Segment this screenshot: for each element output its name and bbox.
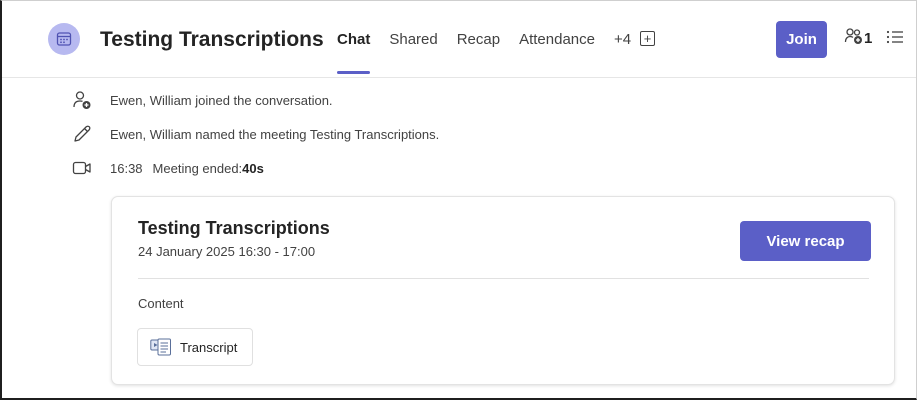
tab-recap[interactable]: Recap xyxy=(457,31,500,48)
video-camera-icon xyxy=(68,158,96,178)
transcript-file-icon xyxy=(150,338,172,356)
tab-attendance[interactable]: Attendance xyxy=(519,31,595,48)
view-recap-button[interactable]: View recap xyxy=(740,221,871,261)
participant-count: 1 xyxy=(864,29,873,47)
calendar-icon xyxy=(48,23,80,55)
tab-chat[interactable]: Chat xyxy=(337,31,371,74)
tab-shared[interactable]: Shared xyxy=(389,31,437,48)
meeting-datetime: 24 January 2025 16:30 - 17:00 xyxy=(138,244,316,259)
activity-text: Ewen, William named the meeting Testing … xyxy=(110,126,440,142)
tab-bar: Chat Shared Recap Attendance +4 + xyxy=(337,31,656,74)
meeting-recap-card: Testing Transcriptions 24 January 2025 1… xyxy=(111,196,895,385)
activity-text: Ewen, William joined the conversation. xyxy=(110,92,333,108)
activity-text: Meeting ended: xyxy=(152,160,243,176)
more-tabs-button[interactable]: +4 xyxy=(614,31,631,48)
join-button[interactable]: Join xyxy=(776,21,827,58)
add-tab-icon[interactable]: + xyxy=(640,31,656,46)
file-name: Transcript xyxy=(180,339,238,355)
meeting-title: Testing Transcriptions xyxy=(100,28,324,51)
activity-row-renamed: Ewen, William named the meeting Testing … xyxy=(68,124,439,144)
content-label: Content xyxy=(138,296,184,311)
participants-button[interactable]: 1 xyxy=(844,27,872,49)
meeting-duration: 40s xyxy=(242,160,264,176)
transcript-file-chip[interactable]: Transcript xyxy=(137,328,253,366)
pencil-icon xyxy=(68,124,96,144)
chat-window: Testing Transcriptions Chat Shared Recap… xyxy=(0,0,917,400)
person-add-icon xyxy=(68,90,96,110)
card-title: Testing Transcriptions xyxy=(138,218,330,238)
activity-row-meeting-ended: 16:38 Meeting ended: 40s xyxy=(68,158,264,178)
activity-row-joined: Ewen, William joined the conversation. xyxy=(68,90,333,110)
activity-time: 16:38 xyxy=(110,160,143,176)
people-add-icon xyxy=(844,27,864,49)
divider xyxy=(138,278,869,279)
meeting-header: Testing Transcriptions Chat Shared Recap… xyxy=(2,1,916,78)
list-icon[interactable] xyxy=(886,29,904,50)
